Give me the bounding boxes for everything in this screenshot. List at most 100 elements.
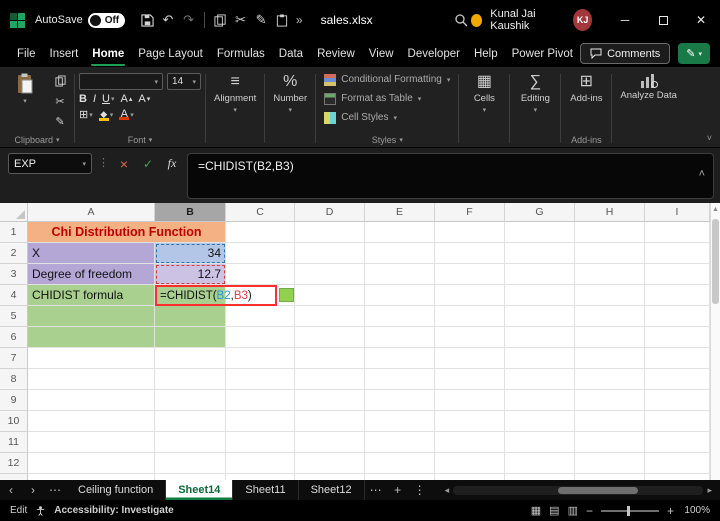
name-box-caret-icon[interactable]: ▾ [82,160,86,168]
new-sheet-button[interactable]: + [387,480,409,500]
format-as-table-button[interactable]: Format as Table▾ [320,89,425,108]
cell[interactable] [155,369,226,390]
cell[interactable] [155,390,226,411]
cell[interactable] [435,243,505,264]
cell[interactable] [365,390,435,411]
sheet-tab-ceiling-function[interactable]: Ceiling function [66,480,166,500]
col-header-c[interactable]: C [226,203,295,222]
cell[interactable] [226,453,295,474]
cell[interactable] [295,411,365,432]
close-button[interactable]: ✕ [682,0,720,40]
col-header-h[interactable]: H [575,203,645,222]
cell[interactable] [226,369,295,390]
cell[interactable] [505,432,575,453]
sheet-tab-sheet12[interactable]: Sheet12 [299,480,365,500]
format-painter-button[interactable]: ✎ [251,8,272,32]
share-button[interactable]: ✎ ▾ [678,43,710,64]
cell[interactable] [295,432,365,453]
row-header-12[interactable]: 12 [0,453,28,474]
menu-formulas[interactable]: Formulas [210,40,272,67]
cell[interactable] [645,264,710,285]
page-break-view-button[interactable]: ▥ [568,504,578,517]
menu-help[interactable]: Help [467,40,505,67]
cell[interactable] [505,306,575,327]
cell-a3[interactable]: Degree of freedom [28,264,155,285]
row-header-3[interactable]: 3 [0,264,28,285]
cell-b6[interactable] [155,327,226,348]
cell[interactable] [226,222,295,243]
name-box[interactable]: EXP ▾ [8,153,92,174]
cell[interactable] [435,432,505,453]
formula-bar-splitter[interactable]: ⋮ [98,153,109,174]
cell[interactable] [435,222,505,243]
number-button[interactable]: % Number ▾ [269,70,311,117]
cell[interactable] [575,369,645,390]
cell[interactable] [28,390,155,411]
cell[interactable] [435,369,505,390]
cell[interactable] [365,264,435,285]
paste-button[interactable]: ▾ [4,70,46,108]
accessibility-icon[interactable] [35,505,46,516]
cell[interactable] [645,411,710,432]
cell[interactable] [226,327,295,348]
cell[interactable] [505,222,575,243]
cell-a6[interactable] [28,327,155,348]
cell[interactable] [645,369,710,390]
cell[interactable] [505,369,575,390]
paste-caret-icon[interactable]: ▾ [23,97,27,105]
cut-button[interactable]: ✂ [230,8,251,32]
menu-data[interactable]: Data [272,40,310,67]
cell[interactable] [645,390,710,411]
cell[interactable] [365,369,435,390]
analyze-data-button[interactable]: Analyze Data [616,70,681,104]
scroll-left-icon[interactable]: ◂ [441,485,454,496]
cell-b2[interactable]: 34 [155,243,226,264]
cell-b3[interactable]: 12.7 [155,264,226,285]
cells-button[interactable]: ▦ Cells ▾ [463,70,505,117]
cell[interactable] [505,411,575,432]
horizontal-scrollbar-thumb[interactable] [558,487,638,494]
cell-a4[interactable]: CHIDIST formula [28,285,155,306]
cell[interactable] [575,432,645,453]
cell[interactable] [645,348,710,369]
cell[interactable] [645,306,710,327]
row-header-7[interactable]: 7 [0,348,28,369]
cell[interactable] [435,327,505,348]
cell[interactable] [226,264,295,285]
italic-button[interactable]: I [93,93,96,105]
page-layout-view-button[interactable]: ▤ [549,504,559,517]
menu-review[interactable]: Review [310,40,362,67]
fill-handle[interactable] [279,288,294,302]
cell[interactable] [226,243,295,264]
decrease-font-icon[interactable]: A▾ [138,93,150,105]
cell[interactable] [155,432,226,453]
bold-button[interactable]: B [79,93,87,105]
more-sheets-icon[interactable]: ⋯ [365,480,387,500]
menu-file[interactable]: File [10,40,43,67]
insert-function-button[interactable]: fx [163,153,181,174]
cell[interactable] [365,348,435,369]
cell[interactable] [365,243,435,264]
cell[interactable] [226,348,295,369]
cell[interactable] [505,285,575,306]
col-header-g[interactable]: G [505,203,575,222]
zoom-slider[interactable] [601,510,659,512]
row-header-11[interactable]: 11 [0,432,28,453]
cell[interactable] [435,453,505,474]
row-header-9[interactable]: 9 [0,390,28,411]
cell[interactable] [295,453,365,474]
cell[interactable] [226,390,295,411]
cell[interactable] [505,327,575,348]
cell[interactable] [435,474,505,480]
search-icon[interactable] [451,8,472,32]
cell[interactable] [365,411,435,432]
cell[interactable] [155,348,226,369]
cell[interactable] [645,285,710,306]
alignment-button[interactable]: ≡ Alignment ▾ [210,70,260,117]
cell[interactable] [365,474,435,480]
cell[interactable] [435,264,505,285]
formula-bar-collapse-icon[interactable]: ˄ [699,168,705,180]
cell[interactable] [295,222,365,243]
cell-b4-editing[interactable]: =CHIDIST(B2,B3) [155,285,226,306]
cell[interactable] [435,306,505,327]
